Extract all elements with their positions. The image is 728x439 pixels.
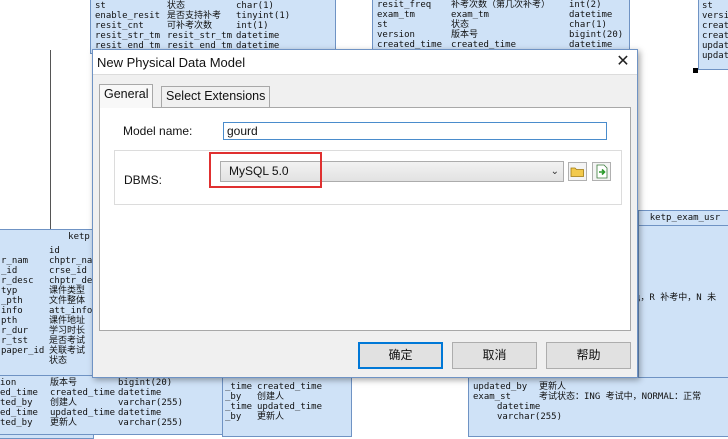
help-button[interactable]: 帮助 <box>546 342 631 369</box>
tab-general[interactable]: General <box>99 84 154 108</box>
background-table-right: ketp_exam_usr ц，R 补考中，N 未 <box>638 210 728 380</box>
chevron-down-icon: ⌄ <box>550 166 559 177</box>
background-table-bottom-right: updated_by 更新人 exam_st 考试状态：ING 考试中，NORMAL：… <box>468 377 728 437</box>
bottom-right-table-row: varchar(255) <box>469 412 728 423</box>
mid-bottom-table-row-cell: 更新人 <box>257 412 285 422</box>
left-table-row-cell: 更新人 <box>50 418 78 428</box>
left-table-row-cell: varchar(255) <box>118 418 184 428</box>
right-table-partial-text: ц，R 补考中，N 未 <box>638 293 717 303</box>
selection-handle[interactable] <box>693 68 698 73</box>
background-table-mid-bottom: _time created_time _by 创建人 _time updated_time… <box>222 377 352 437</box>
folder-icon <box>570 167 584 177</box>
tab-select-extensions[interactable]: Select Extensions <box>161 86 271 107</box>
left-table-row-cell: ted_by <box>0 418 33 428</box>
background-table-left-extension: ion 版本号 bigint(20) ed_time created_time datet… <box>0 375 228 435</box>
ok-button[interactable]: 确定 <box>358 342 443 369</box>
tab-strip: General Select Extensions <box>99 84 631 108</box>
dbms-highlight-box <box>209 152 322 188</box>
dialog-title: New Physical Data Model <box>97 55 246 70</box>
model-name-label: Model name: <box>123 124 193 138</box>
dialog-titlebar[interactable]: New Physical Data Model ✕ <box>93 50 637 75</box>
bottom-right-table-row-cell: varchar(255) <box>497 412 563 422</box>
top-right-table-row-cell: update <box>702 51 728 61</box>
left-table-row: ted_by 更新人 varchar(255) <box>0 418 227 429</box>
general-tab-panel: Model name: gourd DBMS: MySQL 5.0 ⌄ <box>99 107 631 331</box>
top-right-table-row: update <box>699 51 728 62</box>
background-table-top-right: stversiocreatecreateupdateupdate <box>698 0 728 70</box>
new-physical-data-model-dialog: New Physical Data Model ✕ General Select… <box>92 49 638 378</box>
background-table-top-left: st 状态 char(1) enable_resit 是否支持补考 tinyint(1) r… <box>90 0 336 54</box>
background-table-top-mid: resit_freq 补考次数（第几次补考） int(2) exam_tm exam_t… <box>372 0 630 54</box>
mid-bottom-table-row: _by 更新人 <box>223 412 351 423</box>
right-table-title: ketp_exam_usr <box>639 211 728 226</box>
left-table-row: 状态 <box>0 356 93 367</box>
close-icon[interactable]: ✕ <box>613 52 633 72</box>
new-dbms-button[interactable] <box>592 162 611 181</box>
cancel-button[interactable]: 取消 <box>452 342 537 369</box>
dbms-label: DBMS: <box>124 173 163 187</box>
connector-line <box>50 50 51 230</box>
open-dbms-button[interactable] <box>568 162 587 181</box>
left-table-title: ketp <box>68 232 90 242</box>
mid-bottom-table-row-cell: _by <box>225 412 242 422</box>
left-table-row-cell: 状态 <box>49 356 68 366</box>
model-name-input[interactable]: gourd <box>223 122 607 140</box>
new-file-icon <box>596 164 608 179</box>
